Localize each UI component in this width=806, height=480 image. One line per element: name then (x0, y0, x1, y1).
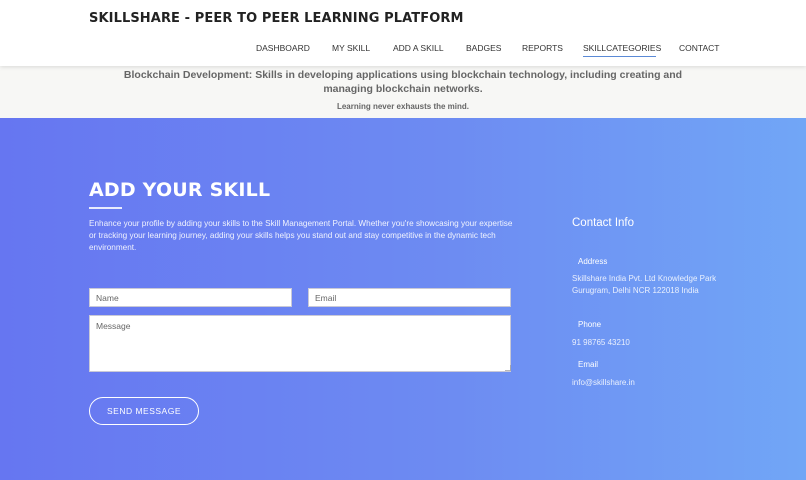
email-input[interactable] (308, 288, 511, 307)
section-intro: Enhance your profile by adding your skil… (89, 219, 513, 253)
name-input[interactable] (89, 288, 292, 307)
site-header: SKILLSHARE - PEER TO PEER LEARNING PLATF… (0, 0, 806, 66)
nav-badges[interactable]: BADGES (466, 43, 501, 53)
add-skill-section: ADD YOUR SKILL Enhance your profile by a… (0, 118, 806, 480)
contact-info-title: Contact Info (572, 217, 635, 229)
resize-grip-icon[interactable] (505, 365, 511, 371)
section-title: ADD YOUR SKILL (89, 179, 271, 201)
nav-reports[interactable]: REPORTS (522, 43, 563, 53)
address-label: Address (578, 257, 608, 266)
email-label: Email (578, 360, 599, 369)
address-value: Skillshare India Pvt. Ltd Knowledge Park… (572, 274, 717, 295)
nav-contact[interactable]: CONTACT (679, 43, 719, 53)
nav-my-skill[interactable]: MY SKILL (332, 43, 370, 53)
message-textarea[interactable] (89, 315, 511, 372)
phone-value: 91 98765 43210 (572, 338, 630, 347)
nav-add-a-skill[interactable]: ADD A SKILL (393, 43, 444, 53)
phone-label: Phone (578, 320, 602, 329)
title-underline (89, 207, 122, 209)
send-message-button[interactable]: SEND MESSAGE (89, 397, 199, 425)
banner-quote: Learning never exhausts the mind. (336, 102, 470, 111)
active-nav-underline (583, 56, 656, 57)
category-banner: Blockchain Development: Skills in develo… (0, 66, 806, 118)
nav-dashboard[interactable]: DASHBOARD (256, 43, 310, 53)
category-description: Blockchain Development: Skills in develo… (123, 69, 683, 95)
email-value[interactable]: info@skillshare.in (572, 377, 722, 389)
main-nav: DASHBOARD MY SKILL ADD A SKILL BADGES RE… (0, 43, 806, 57)
brand-title[interactable]: SKILLSHARE - PEER TO PEER LEARNING PLATF… (89, 11, 464, 26)
nav-skillcategories[interactable]: SKILLCATEGORIES (583, 43, 661, 53)
